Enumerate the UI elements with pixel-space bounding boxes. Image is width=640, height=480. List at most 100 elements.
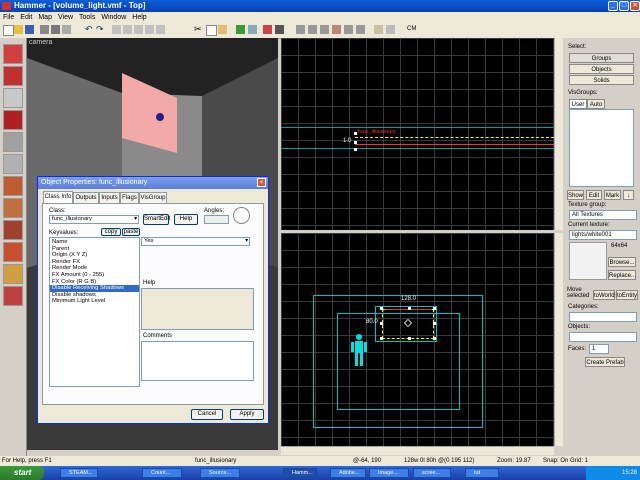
- cancel-button[interactable]: Cancel: [191, 409, 223, 420]
- keyvalue-item[interactable]: Name: [50, 239, 139, 246]
- path-tool-icon[interactable]: [3, 286, 23, 306]
- resize-handle[interactable]: [433, 307, 436, 310]
- groups-button[interactable]: Groups: [569, 53, 634, 63]
- current-texture-select[interactable]: lights/white001: [569, 230, 637, 240]
- hide-icon[interactable]: [145, 25, 154, 34]
- decal-tool-icon[interactable]: [3, 198, 23, 218]
- resize-handle[interactable]: [408, 337, 411, 340]
- angles-input[interactable]: [204, 215, 229, 224]
- texture-lock-icon[interactable]: [156, 25, 165, 34]
- menu-map[interactable]: Map: [35, 14, 55, 21]
- copy-icon[interactable]: [206, 25, 217, 36]
- keyvalue-item[interactable]: Origin (X Y Z): [50, 252, 139, 259]
- menu-view[interactable]: View: [55, 14, 76, 21]
- save-icon[interactable]: [25, 25, 34, 34]
- wireframe-icon[interactable]: [275, 25, 284, 34]
- paste-button[interactable]: paste: [122, 228, 140, 236]
- resize-handle[interactable]: [354, 141, 357, 144]
- apply-texture-tool-icon[interactable]: [3, 176, 23, 196]
- help-button[interactable]: Help: [174, 214, 198, 225]
- angle-dial-icon[interactable]: [233, 207, 250, 224]
- keyvalue-item[interactable]: FX Amount (0 - 255): [50, 272, 139, 279]
- entity-tool-icon[interactable]: [3, 110, 23, 130]
- texture-group-select[interactable]: All Textures: [569, 210, 637, 220]
- clip-view-icon[interactable]: [356, 25, 365, 34]
- selection-tool-icon[interactable]: [3, 44, 23, 64]
- replace-button[interactable]: Replace...: [608, 270, 636, 280]
- tab-user[interactable]: User: [569, 99, 587, 109]
- resize-handle[interactable]: [380, 322, 383, 325]
- brush-icon[interactable]: [386, 25, 395, 34]
- objects-button[interactable]: Objects: [569, 64, 634, 74]
- create-prefab-button[interactable]: Create Prefab: [585, 357, 625, 367]
- browse-button[interactable]: Browse...: [608, 257, 636, 267]
- entity-icon[interactable]: [374, 25, 383, 34]
- value-select[interactable]: Yes ▾: [141, 237, 250, 246]
- minimize-button[interactable]: _: [608, 1, 618, 11]
- resize-handle[interactable]: [380, 337, 383, 340]
- grid-toggle-icon[interactable]: [62, 25, 71, 34]
- textured-view-icon[interactable]: [320, 25, 329, 34]
- taskbar-item[interactable]: Source...: [200, 468, 240, 478]
- copy-button[interactable]: copy: [101, 228, 121, 236]
- taskbar-item[interactable]: STEAM...: [60, 468, 98, 478]
- visgroups-list[interactable]: [569, 109, 634, 187]
- move-visgroup-button[interactable]: ↓: [623, 190, 634, 200]
- smartedit-button[interactable]: SmartEdit: [143, 214, 170, 225]
- texture-app-tool-icon[interactable]: [3, 154, 23, 174]
- new-icon[interactable]: [3, 25, 14, 36]
- grid-icon[interactable]: [40, 25, 49, 34]
- clipping-tool-icon[interactable]: [3, 242, 23, 262]
- side-viewport[interactable]: 128.0 80.0: [281, 233, 554, 446]
- tab-flags[interactable]: Flags: [120, 192, 139, 203]
- menu-tools[interactable]: Tools: [76, 14, 98, 21]
- taskbar-item[interactable]: Count...: [142, 468, 182, 478]
- categories-select[interactable]: [569, 312, 637, 322]
- to-world-button[interactable]: toWorld: [593, 290, 615, 300]
- to-entity-button[interactable]: toEntity: [616, 290, 638, 300]
- keyvalue-item[interactable]: FX Color (R G B): [50, 279, 139, 286]
- class-select[interactable]: func_illusionary ▾: [49, 215, 139, 224]
- run-map-icon[interactable]: [236, 25, 245, 34]
- overlay-tool-icon[interactable]: [3, 220, 23, 240]
- block-tool-icon[interactable]: [3, 132, 23, 152]
- cm-label[interactable]: CM: [407, 26, 416, 32]
- apply-button[interactable]: Apply: [230, 409, 264, 420]
- carve-icon[interactable]: [112, 25, 121, 34]
- cut-icon[interactable]: ✂: [194, 25, 203, 34]
- keyvalue-item[interactable]: Render Mode: [50, 265, 139, 272]
- smoothing-icon[interactable]: [344, 25, 353, 34]
- view-3d-icon[interactable]: [308, 25, 317, 34]
- keyvalue-item[interactable]: Minimum Light Level: [50, 298, 139, 305]
- grid-3d-icon[interactable]: [51, 25, 60, 34]
- faces-input[interactable]: 1: [589, 344, 609, 354]
- entity-report-icon[interactable]: [248, 25, 257, 34]
- side-view-hscrollbar[interactable]: [281, 446, 554, 455]
- tab-auto[interactable]: Auto: [587, 99, 605, 109]
- lightmap-view-icon[interactable]: [332, 25, 341, 34]
- maximize-button[interactable]: □: [619, 1, 629, 11]
- taskbar-item[interactable]: scree...: [413, 468, 451, 478]
- load-pointfile-icon[interactable]: [263, 25, 272, 34]
- keyvalue-item[interactable]: Render FX: [50, 259, 139, 266]
- ungroup-icon[interactable]: [134, 25, 143, 34]
- menu-help[interactable]: Help: [129, 14, 149, 21]
- taskbar-item[interactable]: Hamm...: [283, 468, 317, 478]
- side-view-scrollbar[interactable]: [554, 233, 563, 446]
- paste-icon[interactable]: [218, 25, 227, 34]
- group-icon[interactable]: [123, 25, 132, 34]
- keyvalue-item[interactable]: Disable shadows: [50, 292, 139, 299]
- keyvalue-item[interactable]: Parent: [50, 246, 139, 253]
- resize-handle[interactable]: [408, 307, 411, 310]
- resize-handle[interactable]: [354, 148, 357, 151]
- edit-button[interactable]: Edit: [586, 190, 602, 200]
- top-view-scrollbar[interactable]: [554, 38, 563, 230]
- top-viewport[interactable]: func_illusionary 1.0: [281, 38, 554, 230]
- menu-edit[interactable]: Edit: [17, 14, 35, 21]
- camera-tool-icon[interactable]: [3, 88, 23, 108]
- taskbar-item[interactable]: Adobe...: [330, 468, 366, 478]
- view-2d-icon[interactable]: [296, 25, 305, 34]
- resize-handle[interactable]: [380, 307, 383, 310]
- open-icon[interactable]: [14, 25, 23, 34]
- tab-visgroup[interactable]: VisGroup: [139, 192, 167, 203]
